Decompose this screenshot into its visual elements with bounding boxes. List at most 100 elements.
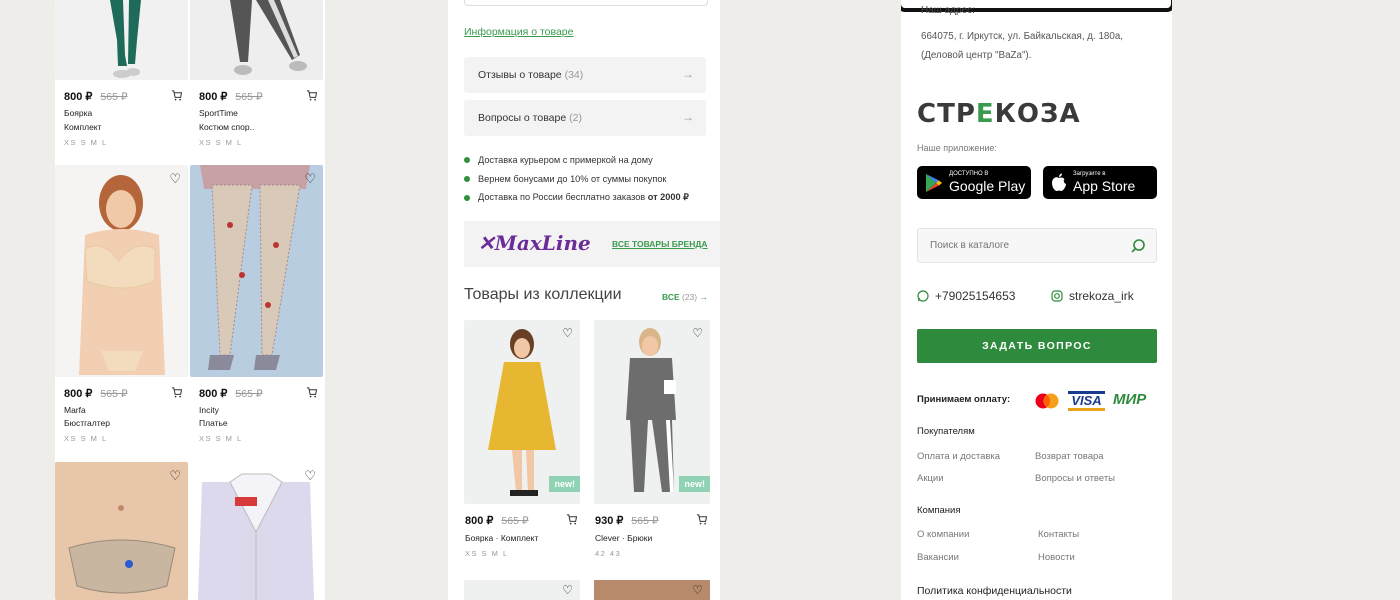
product-photo[interactable]: ♡ new! [594,320,710,504]
brand-name: Боярка [64,108,93,118]
old-price: 565 ₽ [100,91,128,103]
price-row: 800 ₽ 565 ₽ [199,90,318,104]
brand-name: Incity [199,405,219,415]
brand-logo: ✕MaxLine [478,231,591,255]
app-label: Наше приложение: [917,143,997,153]
all-brand-products-link[interactable]: ВСЕ ТОВАРЫ БРЕНДА [612,239,708,249]
arrow-right-icon: → [682,110,694,124]
footer-link[interactable]: Новости [1038,552,1075,563]
product-photo[interactable] [55,0,188,80]
new-badge: new! [679,476,710,492]
cart-icon[interactable] [696,514,708,528]
collection-all-link[interactable]: ВСЕ (23) → [662,292,708,302]
sizes: XS S M L [64,434,108,443]
price: 800 ₽ [64,388,93,400]
address-heading: Наш адрес: [921,5,975,16]
company-heading: Компания [917,505,961,516]
footer-link[interactable]: Вакансии [917,552,959,563]
footer-link[interactable]: Оплата и доставка [917,451,1000,462]
product-photo[interactable]: ♡ [190,462,323,600]
benefit-item: Вернем бонусами до 10% от суммы покупок [464,174,666,184]
product-photo[interactable]: ♡ [190,165,323,377]
size-selector[interactable] [464,0,708,6]
questions-accordion[interactable]: Вопросы о товаре (2) → [464,100,706,136]
price-row: 930 ₽ 565 ₽ [595,514,708,528]
sizes: XS S M L [199,138,243,147]
search-input[interactable] [918,229,1118,262]
privacy-policy-link[interactable]: Политика конфиденциальности [917,585,1072,597]
cart-icon[interactable] [306,387,318,401]
instagram-icon [1051,290,1063,302]
favorite-heart-icon[interactable]: ♡ [692,583,703,597]
brand-name: SportTime [199,108,238,118]
sizes: XS S M L [465,549,509,558]
brand-title: Clever · Брюки [595,533,653,543]
bullet-dot-icon [464,194,470,201]
brand-banner[interactable]: ✕MaxLine ВСЕ ТОВАРЫ БРЕНДА [464,221,720,267]
sizes: 42 43 [595,549,622,558]
collection-title: Товары из коллекции [464,286,622,303]
questions-label: Вопросы о товаре [478,112,567,124]
favorite-heart-icon[interactable]: ♡ [169,469,181,482]
ask-question-button[interactable]: ЗАДАТЬ ВОПРОС [917,329,1157,363]
visa-icon: VISA [1068,391,1105,411]
favorite-heart-icon[interactable]: ♡ [304,469,316,482]
price-row: 800 ₽ 565 ₽ [199,387,318,401]
sizes: XS S M L [199,434,243,443]
mir-icon: МИР [1113,391,1147,408]
benefit-item: Доставка по России бесплатно заказов от … [464,192,689,203]
product-photo[interactable]: ♡ new! [464,320,580,504]
product-photo[interactable]: ♡ [55,165,188,377]
footer-link[interactable]: О компании [917,529,969,540]
favorite-heart-icon[interactable]: ♡ [562,583,573,597]
whatsapp-icon [917,290,929,302]
catalog-grid: 800 ₽ 565 ₽ Боярка Комплект XS S M L 800… [55,0,325,600]
old-price: 565 ₽ [235,91,263,103]
buyers-heading: Покупателям [917,426,975,437]
cart-icon[interactable] [306,90,318,104]
address: 664075, г. Иркутск, ул. Байкальская, д. … [921,31,1123,61]
whatsapp-contact[interactable]: +79025154653 [917,289,1015,303]
collection-card[interactable]: ♡ [594,580,710,600]
brand-title: Боярка · Комплект [465,533,539,543]
benefit-item: Доставка курьером с примеркой на дому [464,155,653,165]
product-title: Бюстгалтер [64,418,110,428]
sizes: XS S M L [64,138,108,147]
price: 800 ₽ [199,91,228,103]
footer-link[interactable]: Возврат товара [1035,451,1104,462]
favorite-heart-icon[interactable]: ♡ [304,172,316,185]
reviews-label: Отзывы о товаре [478,69,562,81]
favorite-heart-icon[interactable]: ♡ [169,172,181,185]
arrow-right-icon: → [682,67,694,81]
cart-icon[interactable] [171,387,183,401]
old-price: 565 ₽ [100,388,128,400]
strekoza-logo[interactable]: СТРЕКОЗА [917,99,1081,129]
new-badge: new! [549,476,580,492]
favorite-heart-icon[interactable]: ♡ [562,326,573,340]
google-play-icon [926,173,942,192]
google-play-button[interactable]: ДОСТУПНО В Google Play [917,166,1031,199]
cart-icon[interactable] [171,90,183,104]
price-row: 800 ₽ 565 ₽ [64,90,183,104]
apple-icon [1052,173,1066,191]
product-info-link[interactable]: Информация о товаре [464,26,573,38]
price: 800 ₽ [64,91,93,103]
catalog-search[interactable] [917,228,1157,263]
footer-link[interactable]: Акции [917,473,944,484]
app-store-button[interactable]: Загрузите в App Store [1043,166,1157,199]
product-photo[interactable] [190,0,323,80]
collection-card[interactable]: ♡ [464,580,580,600]
search-icon[interactable] [1130,238,1146,259]
price-row: 800 ₽ 565 ₽ [465,514,578,528]
reviews-count: (34) [564,69,584,81]
instagram-contact[interactable]: strekoza_irk [1051,289,1134,303]
bullet-dot-icon [464,157,470,163]
reviews-accordion[interactable]: Отзывы о товаре (34) → [464,57,706,93]
product-photo[interactable]: ♡ [55,462,188,600]
cart-icon[interactable] [566,514,578,528]
questions-count: (2) [569,112,582,124]
footer-link[interactable]: Вопросы и ответы [1035,473,1115,484]
bullet-dot-icon [464,176,470,182]
favorite-heart-icon[interactable]: ♡ [692,326,703,340]
footer-link[interactable]: Контакты [1038,529,1079,540]
